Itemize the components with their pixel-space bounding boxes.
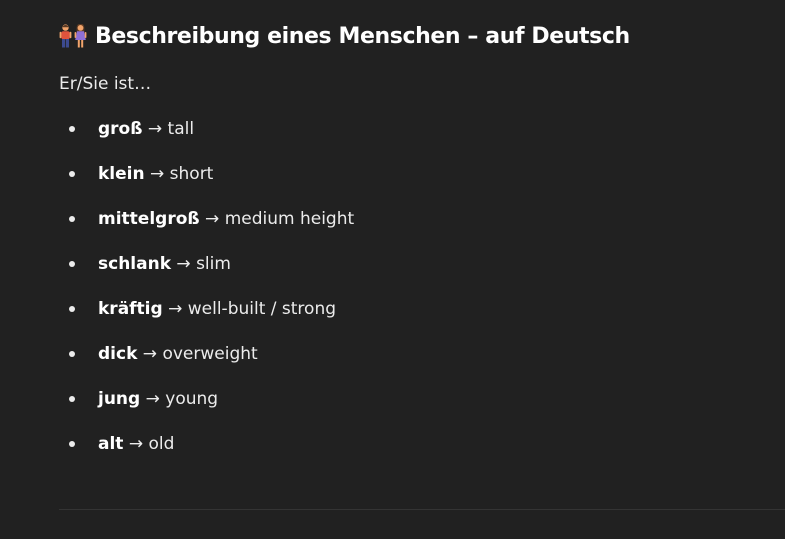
list-item: kräftig → well-built / strong: [59, 292, 354, 337]
arrow: →: [140, 389, 166, 409]
english-translation: medium height: [224, 209, 355, 229]
english-translation: short: [169, 164, 214, 184]
english-translation: young: [165, 389, 219, 409]
english-translation: slim: [196, 254, 231, 274]
vocabulary-list: groß → tall klein → short mittelgroß → m…: [59, 112, 354, 472]
german-term: dick: [98, 344, 138, 364]
bullet-icon: [69, 171, 75, 177]
english-translation: well-built / strong: [187, 299, 337, 319]
arrow: →: [162, 299, 188, 319]
heading-title: Beschreibung eines Menschen – auf Deutsc…: [95, 23, 630, 49]
arrow: →: [137, 344, 163, 364]
list-item: jung → young: [59, 382, 354, 427]
list-item: mittelgroß → medium height: [59, 202, 354, 247]
intro-text: Er/Sie ist…: [59, 74, 152, 94]
list-item: dick → overweight: [59, 337, 354, 382]
english-translation: old: [148, 434, 175, 454]
english-translation: overweight: [162, 344, 258, 364]
arrow: →: [171, 254, 197, 274]
section-heading: Beschreibung eines Menschen – auf Deutsc…: [59, 20, 630, 52]
arrow: →: [123, 434, 149, 454]
bullet-icon: [69, 306, 75, 312]
english-translation: tall: [167, 119, 195, 139]
german-term: schlank: [98, 254, 172, 274]
list-item: groß → tall: [59, 112, 354, 157]
bullet-icon: [69, 126, 75, 132]
list-item: schlank → slim: [59, 247, 354, 292]
list-item: klein → short: [59, 157, 354, 202]
german-term: jung: [98, 389, 141, 409]
german-term: klein: [98, 164, 145, 184]
woman-icon: [74, 24, 87, 48]
section-divider: [59, 509, 785, 510]
bullet-icon: [69, 216, 75, 222]
man-icon: [59, 24, 72, 48]
arrow: →: [144, 164, 170, 184]
arrow: →: [142, 119, 168, 139]
german-term: kräftig: [98, 299, 163, 319]
list-item: alt → old: [59, 427, 354, 472]
german-term: alt: [98, 434, 124, 454]
bullet-icon: [69, 396, 75, 402]
german-term: groß: [98, 119, 143, 139]
man-and-woman-icon: [59, 24, 87, 48]
bullet-icon: [69, 351, 75, 357]
arrow: →: [199, 209, 225, 229]
bullet-icon: [69, 441, 75, 447]
bullet-icon: [69, 261, 75, 267]
german-term: mittelgroß: [98, 209, 200, 229]
